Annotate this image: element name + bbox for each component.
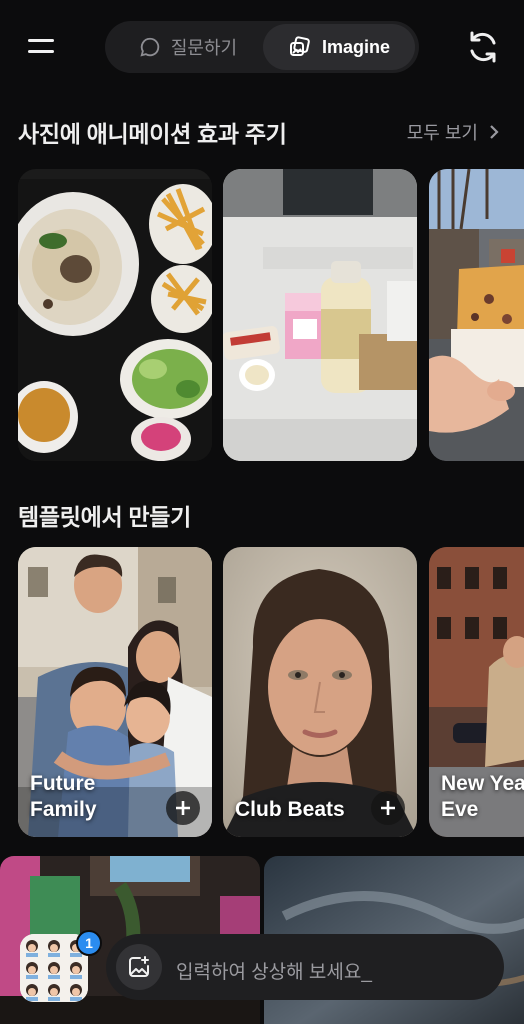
imagine-screen: 질문하기 Imagine 사진에 애니메이션 효과 주기 모두 보기 템플릿에서… xyxy=(0,0,524,1024)
mode-switch: 질문하기 Imagine xyxy=(105,21,419,73)
hand-pastry-photo xyxy=(429,169,524,461)
prompt-placeholder: 입력하여 상상해 보세요_ xyxy=(176,962,372,983)
template-label: Future Family xyxy=(30,772,97,821)
tab-imagine[interactable]: Imagine xyxy=(263,24,415,70)
animate-section-title: 사진에 애니메이션 효과 주기 xyxy=(18,121,287,147)
image-stack-icon xyxy=(289,36,310,56)
template-card-new-year-eve[interactable]: New Year Eve xyxy=(429,547,524,837)
food-tray-photo xyxy=(18,169,212,461)
plus-icon xyxy=(176,801,190,815)
refresh-icon[interactable] xyxy=(466,30,500,64)
add-template-button[interactable] xyxy=(166,791,200,825)
avatar-button[interactable]: 1 xyxy=(18,930,102,1006)
prompt-input[interactable]: 입력하여 상상해 보세요_ xyxy=(106,934,504,1000)
add-image-button[interactable] xyxy=(116,944,162,990)
add-template-button[interactable] xyxy=(371,791,405,825)
notification-badge: 1 xyxy=(76,930,102,956)
template-card-future-family[interactable]: Future Family xyxy=(18,547,212,837)
see-all-label: 모두 보기 xyxy=(406,123,478,143)
photo-card-table[interactable] xyxy=(223,169,417,461)
chat-bubble-icon xyxy=(140,37,160,57)
template-label: New Year Eve xyxy=(441,772,524,821)
photo-card-pastry[interactable] xyxy=(429,169,524,461)
see-all-link[interactable]: 모두 보기 xyxy=(407,119,500,145)
menu-icon[interactable] xyxy=(24,34,58,60)
photo-card-food[interactable] xyxy=(18,169,212,461)
plus-icon xyxy=(381,801,395,815)
image-sparkle-icon xyxy=(129,956,149,977)
template-label: Club Beats xyxy=(235,798,345,821)
tab-ask-label: 질문하기 xyxy=(170,38,238,58)
chevron-right-icon xyxy=(490,125,499,139)
tab-imagine-label: Imagine xyxy=(321,36,391,57)
table-items-photo xyxy=(223,169,417,461)
tab-ask[interactable]: 질문하기 xyxy=(113,24,263,70)
top-bar: 질문하기 Imagine xyxy=(0,0,524,96)
template-section-title: 템플릿에서 만들기 xyxy=(18,504,191,530)
template-card-club-beats[interactable]: Club Beats xyxy=(223,547,417,837)
